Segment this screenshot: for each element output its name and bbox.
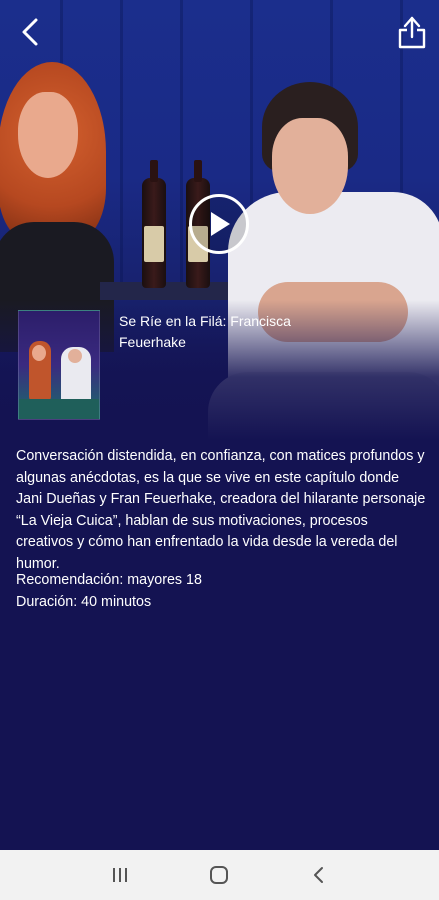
back-icon	[314, 867, 324, 883]
home-button[interactable]	[199, 855, 239, 895]
play-icon	[211, 212, 230, 236]
episode-title: Se Ríe en la Filá: Francisca Feuerhake	[119, 313, 291, 350]
system-nav-bar	[0, 850, 439, 900]
share-icon	[398, 16, 426, 49]
system-back-button[interactable]	[299, 855, 339, 895]
chevron-left-icon	[22, 18, 38, 46]
recents-icon	[112, 868, 127, 882]
home-icon	[210, 866, 229, 884]
episode-duration: Duración: 40 minutos	[16, 594, 152, 610]
share-button[interactable]	[393, 12, 431, 52]
age-recommendation: Recomendación: mayores 18	[16, 572, 202, 588]
episode-thumbnail	[18, 310, 100, 420]
episode-description: Conversación distendida, en confianza, c…	[16, 448, 426, 572]
play-button[interactable]	[189, 194, 249, 254]
recents-button[interactable]	[100, 855, 140, 895]
back-button[interactable]	[12, 14, 48, 50]
